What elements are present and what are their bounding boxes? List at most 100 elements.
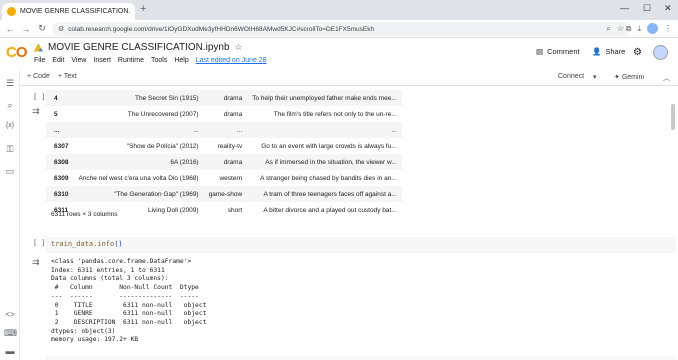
cell-desc: A tram of three teenagers faces off agai… [247, 186, 402, 202]
table-row: 6307 "Show de Polícia" (2012) reality-tv Go… [46, 138, 402, 154]
cell-genre: ... [203, 122, 248, 138]
cell-desc: The film's title refers not only to the … [273, 110, 397, 118]
menu-tools[interactable]: Tools [151, 57, 167, 64]
close-tab-icon[interactable]: × [134, 7, 135, 16]
cell-title: ... [73, 122, 204, 138]
cell-genre: western [219, 174, 243, 182]
variables-icon[interactable]: {x} [4, 122, 16, 129]
cell-idx: 5 [54, 110, 58, 118]
zoom-icon[interactable]: ⌕ [606, 24, 610, 34]
notebook-content: [ ] ⇉ 4 The Secret Sin (1915) drama To help… [20, 86, 678, 360]
cell-idx: 6308 [46, 154, 74, 170]
scrollbar-thumb[interactable] [671, 104, 675, 130]
add-text-button[interactable]: + Text [58, 73, 77, 80]
collapse-icon[interactable]: ︿ [663, 73, 670, 83]
menu-file[interactable]: File [34, 57, 45, 64]
comment-icon: ▤ [536, 47, 544, 56]
code-snippets-icon[interactable]: <> [4, 310, 16, 319]
reload-icon[interactable]: ↻ [36, 23, 48, 34]
colab-header: CO MOVIE GENRE CLASSIFICATION.ipynb ☆ Fi… [0, 38, 678, 70]
table-row: 6309 Anche nel west c'era una volta Dio (… [46, 170, 402, 186]
menu-insert[interactable]: Insert [93, 57, 111, 64]
gemini-button[interactable]: ✦ Gemini [614, 73, 644, 81]
dataframe-shape: 6311 rows × 3 columns [51, 211, 118, 218]
output-icon: ⇉ [32, 257, 40, 267]
close-window-icon[interactable]: ✕ [664, 3, 672, 14]
table-row: 4 The Secret Sin (1915) drama To help their… [46, 90, 402, 106]
search-icon[interactable]: ⌕ [4, 100, 16, 111]
bookmark-star-icon[interactable]: ☆ [617, 24, 624, 34]
dataframe-table: 4 The Secret Sin (1915) drama To help their… [46, 90, 402, 218]
extensions-icon[interactable]: ⧉ [626, 24, 632, 34]
drive-icon [34, 43, 43, 52]
cell-idx: 6310 [46, 186, 74, 202]
table-row: 5 The Unrecovered (2007) drama The film's t… [46, 106, 402, 122]
code-cell[interactable]: train_data.info() [46, 237, 676, 253]
cell-run-button[interactable]: [ ] [33, 239, 46, 247]
cell-idx: 6309 [54, 174, 69, 182]
command-palette-icon[interactable]: ⌨ [4, 328, 17, 339]
download-icon[interactable]: ⤓ [637, 24, 641, 34]
menu-edit[interactable]: Edit [52, 57, 64, 64]
cell-idx: 4 [46, 90, 74, 106]
cell-title: The Unrecovered (2007) [127, 110, 199, 118]
menu-bar: File Edit View Insert Runtime Tools Help… [34, 57, 267, 64]
secrets-key-icon[interactable]: ⚿ [4, 144, 16, 155]
cell-idx: ... [46, 122, 74, 138]
share-icon: 👤 [592, 47, 602, 56]
add-code-button[interactable]: + Code [27, 73, 50, 80]
menu-view[interactable]: View [71, 57, 86, 64]
site-info-icon[interactable]: ⚙ [58, 25, 64, 33]
comment-button[interactable]: ▤ Comment [536, 47, 580, 56]
cell-desc: Go to an event with large crowds is alwa… [261, 142, 397, 150]
last-edited-link[interactable]: Last edited on June 28 [196, 57, 267, 64]
notebook-toolbar: + Code + Text Connect ▾ ✦ Gemini ︿ [0, 70, 678, 86]
output-icon: ⇉ [32, 106, 40, 116]
share-label: Share [605, 47, 626, 56]
url-field[interactable]: ⚙ colab.research.google.com/drive/1iOyGD… [52, 22, 630, 36]
toc-icon[interactable]: ☰ [4, 78, 16, 89]
gemini-label: Gemini [621, 74, 644, 81]
browser-menu-icon[interactable]: ⋮ [664, 24, 672, 33]
forward-icon[interactable]: → [20, 24, 32, 34]
cell-desc: ... [247, 122, 402, 138]
menu-help[interactable]: Help [174, 57, 188, 64]
cell-genre: drama [203, 90, 248, 106]
profile-avatar[interactable] [647, 23, 658, 34]
connect-button[interactable]: Connect [558, 73, 584, 80]
browser-tab[interactable]: MOVIE GENRE CLASSIFICATION. × [2, 3, 135, 20]
files-folder-icon[interactable]: ▭ [4, 166, 16, 177]
next-code-cell[interactable] [46, 356, 676, 360]
colab-logo[interactable]: CO [6, 44, 27, 61]
settings-gear-icon[interactable]: ⚙ [633, 47, 642, 58]
minimize-icon[interactable]: — [620, 3, 629, 13]
cell-desc: To help their unemployed father make end… [247, 90, 402, 106]
url-text: colab.research.google.com/drive/1iOyGDXu… [68, 25, 375, 33]
back-icon[interactable]: ← [4, 24, 16, 34]
cell-desc: A bitter divorce and a played out custod… [263, 206, 397, 214]
menu-runtime[interactable]: Runtime [118, 57, 144, 64]
share-button[interactable]: 👤 Share [592, 47, 625, 56]
cell-genre: game-show [203, 186, 248, 202]
maximize-icon[interactable]: ☐ [643, 3, 651, 14]
cell-title: Anche nel west c'era una volta Dio (1968… [78, 174, 199, 182]
tab-title: MOVIE GENRE CLASSIFICATION. [20, 8, 131, 15]
cell-desc: A stranger being chased by bandits dies … [260, 174, 397, 182]
left-sidebar: ☰ ⌕ {x} ⚿ ▭ <> ⌨ ▬ [0, 70, 20, 360]
cell-run-button[interactable]: [ ] [33, 93, 46, 101]
new-tab-icon[interactable]: + [140, 3, 146, 15]
table-row: 6308 6A (2016) drama As if immersed in the … [46, 154, 402, 170]
colab-favicon-icon [7, 7, 16, 16]
cell-title: The Secret Sin (1915) [73, 90, 204, 106]
cell-title: "The Generation Gap" (1969) [73, 186, 204, 202]
cell-title: "Show de Polícia" (2012) [126, 142, 199, 150]
user-avatar[interactable] [653, 45, 668, 60]
cell-genre: short [227, 206, 243, 214]
info-output: <class 'pandas.core.frame.DataFrame'> In… [51, 258, 207, 344]
notebook-title[interactable]: MOVIE GENRE CLASSIFICATION.ipynb [48, 42, 230, 53]
cell-genre: drama [203, 154, 248, 170]
star-icon[interactable]: ☆ [235, 42, 243, 53]
connect-dropdown-icon[interactable]: ▾ [593, 73, 597, 81]
table-row: 6310 "The Generation Gap" (1969) game-show… [46, 186, 402, 202]
terminal-icon[interactable]: ▬ [4, 346, 16, 356]
